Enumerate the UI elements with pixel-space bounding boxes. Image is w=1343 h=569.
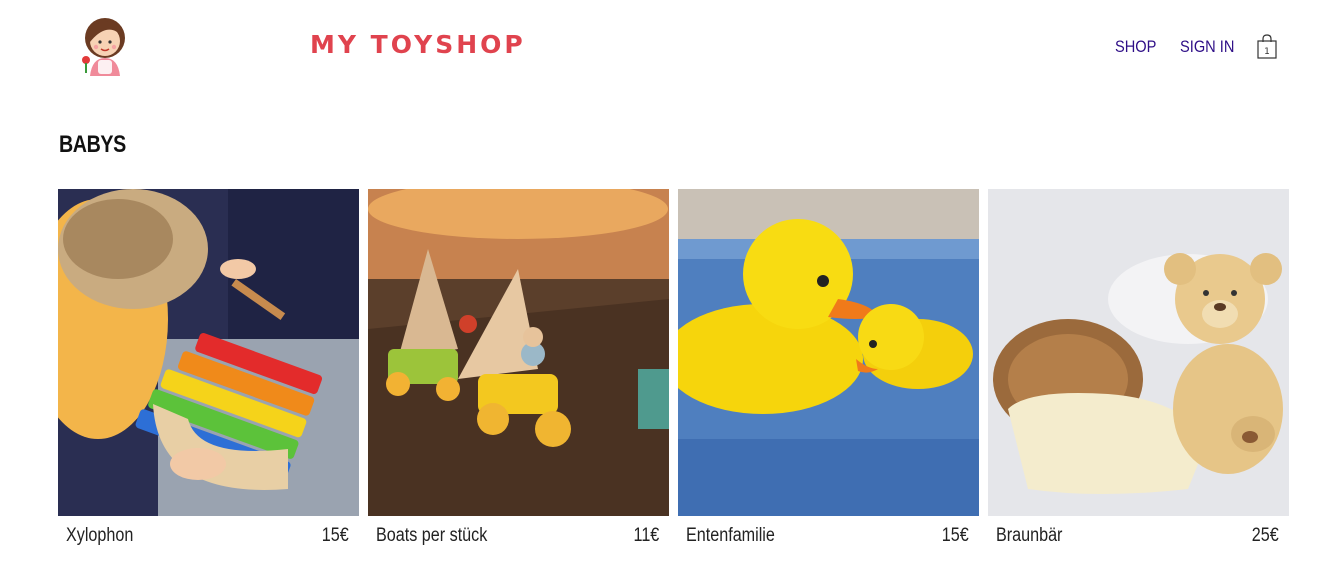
cart-bag-icon[interactable]: 1 bbox=[1256, 34, 1278, 60]
product-price: 15€ bbox=[322, 525, 349, 546]
product-card[interactable]: Xylophon 15€ bbox=[58, 189, 359, 559]
nav-shop-link[interactable]: SHOP bbox=[1115, 37, 1156, 57]
product-card[interactable]: Boats per stück 11€ bbox=[368, 189, 669, 559]
cart-count: 1 bbox=[1264, 47, 1270, 57]
product-name[interactable]: Boats per stück bbox=[376, 525, 487, 547]
product-name[interactable]: Braunbär bbox=[996, 525, 1062, 547]
logo-girl-icon[interactable] bbox=[76, 14, 134, 80]
product-price: 25€ bbox=[1252, 525, 1279, 546]
product-image-boats[interactable] bbox=[368, 189, 669, 516]
product-image-teddy[interactable] bbox=[988, 189, 1289, 516]
nav-signin-link[interactable]: SIGN IN bbox=[1180, 37, 1234, 57]
product-price: 15€ bbox=[942, 525, 969, 546]
product-card[interactable]: Braunbär 25€ bbox=[988, 189, 1289, 559]
product-card[interactable]: Entenfamilie 15€ bbox=[678, 189, 979, 559]
product-price: 11€ bbox=[633, 525, 659, 546]
product-image-ducks[interactable] bbox=[678, 189, 979, 516]
product-name[interactable]: Entenfamilie bbox=[686, 525, 775, 547]
section-title: BABYS bbox=[59, 131, 126, 158]
site-header: MY TOYSHOP SHOP SIGN IN 1 bbox=[0, 0, 1343, 100]
product-image-xylophone[interactable] bbox=[58, 189, 359, 516]
product-name[interactable]: Xylophon bbox=[66, 525, 133, 547]
brand-title[interactable]: MY TOYSHOP bbox=[310, 30, 526, 59]
